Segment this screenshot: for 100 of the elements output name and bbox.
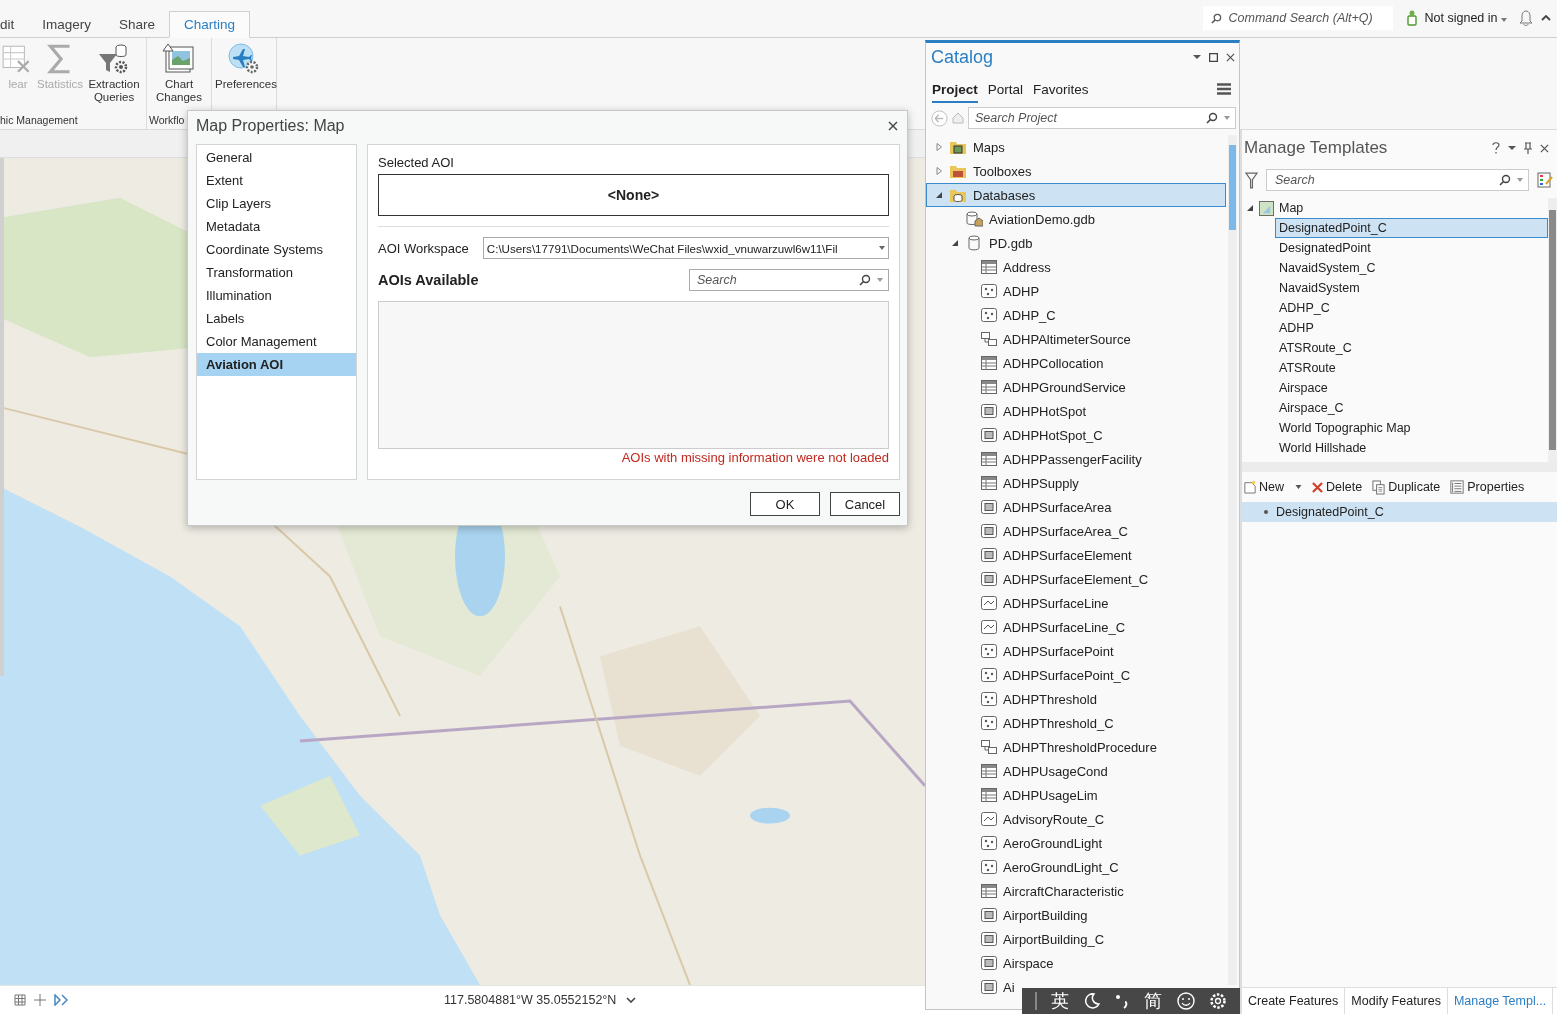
tree-item[interactable]: ADHPSurfaceLine_C xyxy=(926,615,1127,639)
template-item[interactable]: ATSRoute xyxy=(1275,358,1548,378)
tree-item[interactable]: ADHP xyxy=(926,279,1041,303)
tree-item[interactable]: Address xyxy=(926,255,1052,279)
notification-bell-icon[interactable] xyxy=(1519,10,1533,26)
tree-item[interactable]: ADHPUsageCond xyxy=(926,759,1109,783)
settings-icon[interactable] xyxy=(1208,992,1227,1010)
nav-item[interactable]: General xyxy=(197,146,356,169)
crosshair-icon[interactable] xyxy=(34,994,46,1006)
pin-icon[interactable] xyxy=(1524,142,1532,154)
tree-item[interactable]: AirportBuilding xyxy=(926,903,1089,927)
tree-item[interactable]: ADHPHotSpot_C xyxy=(926,423,1104,447)
tree-item[interactable]: Ai xyxy=(926,975,1016,999)
dropdown-icon[interactable] xyxy=(1508,145,1516,151)
toolbar-button[interactable]: Delete xyxy=(1312,480,1363,494)
tree-item[interactable]: ADHPUsageLim xyxy=(926,783,1099,807)
dialog-button[interactable]: OK xyxy=(750,492,820,516)
smiley-icon[interactable] xyxy=(1176,992,1195,1010)
tree-item[interactable]: ADHPCollocation xyxy=(926,351,1105,375)
tree-item[interactable]: ADHPGroundService xyxy=(926,375,1127,399)
scrollbar[interactable] xyxy=(1228,135,1237,985)
caret-icon[interactable] xyxy=(626,997,637,1003)
pane-tab[interactable]: Manage Templ... xyxy=(1447,988,1554,1014)
template-item[interactable]: Airspace xyxy=(1275,378,1548,398)
tree-item[interactable]: ADHPHotSpot xyxy=(926,399,1088,423)
catalog-tab[interactable]: Portal xyxy=(987,82,1024,103)
template-item[interactable]: ATSRoute_C xyxy=(1275,338,1548,358)
nav-item[interactable]: Illumination xyxy=(197,284,356,307)
catalog-tab[interactable]: Project xyxy=(932,82,978,103)
search-field[interactable]: Search xyxy=(1266,169,1529,191)
tree-item[interactable]: Databases xyxy=(926,183,1226,207)
template-item[interactable]: NavaidSystem_C xyxy=(1275,258,1548,278)
close-icon[interactable] xyxy=(888,121,898,131)
template-item[interactable]: World Topographic Map xyxy=(1275,418,1548,438)
template-item[interactable]: World Hillshade xyxy=(1275,438,1548,458)
filter-icon[interactable] xyxy=(1245,171,1258,189)
scrollbar[interactable] xyxy=(1548,198,1557,462)
toolbar-button[interactable]: Duplicate xyxy=(1372,479,1441,495)
dropdown-caret-icon[interactable] xyxy=(1224,116,1230,120)
search-field[interactable]: Search Project xyxy=(968,107,1236,129)
caret-icon[interactable] xyxy=(1295,485,1302,489)
tree-item[interactable]: ADHPSurfacePoint_C xyxy=(926,663,1132,687)
template-item[interactable]: DesignatedPoint_C xyxy=(1275,218,1548,238)
command-search-field[interactable]: Command Search (Alt+Q) xyxy=(1202,6,1393,30)
tree-item[interactable]: Toolboxes xyxy=(926,159,1033,183)
close-icon[interactable] xyxy=(1540,143,1549,153)
nav-item[interactable]: Color Management xyxy=(197,330,356,353)
toolbar-button[interactable]: New xyxy=(1244,480,1302,494)
dropdown-icon[interactable] xyxy=(1193,54,1201,60)
tree-item[interactable]: Map xyxy=(1246,198,1548,218)
tree-item[interactable]: ADHPSurfaceLine xyxy=(926,591,1110,615)
ribbon-tab[interactable]: Charting xyxy=(169,11,251,38)
template-item[interactable]: DesignatedPoint xyxy=(1275,238,1548,258)
account-menu[interactable]: Not signed in xyxy=(1424,11,1507,25)
nav-item[interactable]: Labels xyxy=(197,307,356,330)
workspace-dropdown[interactable]: C:\Users\17791\Documents\WeChat Files\wxid_vnuwarzuwl6w11\Fil xyxy=(482,237,889,259)
template-item[interactable]: Airspace_C xyxy=(1275,398,1548,418)
tree-item[interactable]: ADHPSurfacePoint xyxy=(926,639,1115,663)
close-icon[interactable] xyxy=(1226,52,1235,62)
ribbon-button[interactable]: Extraction Queries xyxy=(84,42,144,114)
nav-item[interactable]: Clip Layers xyxy=(197,192,356,215)
template-list-item[interactable]: DesignatedPoint_C xyxy=(1242,502,1557,522)
tree-item[interactable]: ADHPThreshold xyxy=(926,687,1098,711)
tree-item[interactable]: ADHPThreshold_C xyxy=(926,711,1115,735)
script-toggle[interactable]: 简 xyxy=(1144,989,1163,1013)
tree-item[interactable]: ADHPSurfaceElement_C xyxy=(926,567,1150,591)
tree-item[interactable]: ADHPSurfaceArea xyxy=(926,495,1113,519)
help-icon[interactable] xyxy=(1492,142,1500,154)
moon-icon[interactable] xyxy=(1083,993,1100,1009)
expanded-arrow-icon[interactable] xyxy=(935,191,943,199)
tree-item[interactable]: Airspace xyxy=(926,951,1055,975)
menu-icon[interactable] xyxy=(1217,83,1231,95)
tree-item[interactable]: ADHP_C xyxy=(926,303,1057,327)
tree-item[interactable]: ADHPAltimeterSource xyxy=(926,327,1132,351)
expanded-arrow-icon[interactable] xyxy=(951,239,959,247)
collapse-ribbon-icon[interactable] xyxy=(1541,15,1551,21)
collapsed-arrow-icon[interactable] xyxy=(935,143,943,151)
language-toggle[interactable]: 英 xyxy=(1051,989,1070,1013)
ribbon-tab[interactable]: Imagery xyxy=(28,11,106,37)
tree-item[interactable]: ADHPSurfaceElement xyxy=(926,543,1133,567)
dropdown-caret-icon[interactable] xyxy=(1517,178,1523,182)
nav-item[interactable]: Coordinate Systems xyxy=(197,238,356,261)
dropdown-caret-icon[interactable] xyxy=(877,278,883,282)
template-item[interactable]: ADHP xyxy=(1275,318,1548,338)
tree-item[interactable]: ADHPSupply xyxy=(926,471,1080,495)
punctuation-icon[interactable] xyxy=(1114,993,1130,1009)
template-item[interactable]: NavaidSystem xyxy=(1275,278,1548,298)
nav-item[interactable]: Aviation AOI xyxy=(197,353,356,376)
edit-list-icon[interactable] xyxy=(1537,172,1553,188)
nav-item[interactable]: Extent xyxy=(197,169,356,192)
template-item[interactable]: ADHP_C xyxy=(1275,298,1548,318)
grid-icon[interactable] xyxy=(14,994,26,1006)
nav-item[interactable]: Transformation xyxy=(197,261,356,284)
catalog-tab[interactable]: Favorites xyxy=(1033,82,1089,103)
dialog-button[interactable]: Cancel xyxy=(830,492,900,516)
tree-item[interactable]: Maps xyxy=(926,135,1006,159)
toolbar-button[interactable]: Properties xyxy=(1450,480,1525,494)
tree-item[interactable]: AircraftCharacteristic xyxy=(926,879,1125,903)
nav-item[interactable]: Metadata xyxy=(197,215,356,238)
tree-item[interactable]: AdvisoryRoute_C xyxy=(926,807,1106,831)
